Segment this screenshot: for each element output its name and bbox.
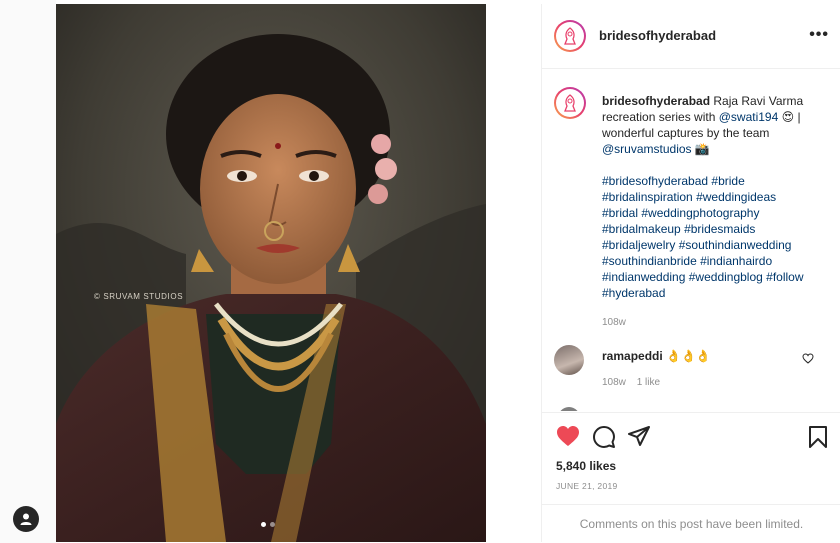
post-date[interactable]: JUNE 21, 2019	[556, 481, 618, 491]
header-username[interactable]: bridesofhyderabad	[599, 28, 716, 43]
post-side-panel: bridesofhyderabad ••• bridesofhyderabad …	[541, 4, 840, 542]
post-header: bridesofhyderabad •••	[542, 4, 840, 69]
likes-count[interactable]: 5,840 likes	[556, 459, 616, 473]
hashtag[interactable]: #bridaljewelry	[602, 238, 675, 252]
carousel-dot-active	[261, 522, 266, 527]
hashtag[interactable]: #bridal	[602, 206, 638, 220]
profile-icon[interactable]	[13, 506, 39, 532]
hashtag[interactable]: #indianhairdo	[700, 254, 772, 268]
heart-filled-icon[interactable]	[556, 425, 580, 447]
comment-item-partial	[554, 405, 834, 411]
post-caption: bridesofhyderabad Raja Ravi Varma recrea…	[602, 93, 812, 331]
more-options-button[interactable]: •••	[809, 26, 829, 44]
brand-logo-icon	[564, 27, 576, 45]
camera-emoji: 📸	[694, 142, 710, 156]
save-bookmark-icon[interactable]	[808, 425, 828, 449]
comment-likes[interactable]: 1 like	[637, 377, 660, 388]
caption-avatar[interactable]	[554, 87, 586, 119]
comment-text: 👌👌👌	[666, 349, 711, 363]
account-avatar[interactable]	[554, 20, 586, 52]
comment-time[interactable]: 108w	[602, 377, 626, 388]
brand-logo-icon	[564, 94, 576, 112]
hashtag[interactable]: #southindianwedding	[679, 238, 792, 252]
comments-limited-notice: Comments on this post have been limited.	[542, 504, 840, 543]
hashtag[interactable]: #southindianbride	[602, 254, 697, 268]
caption-hashtags: #bridesofhyderabad #bride #bridalinspira…	[602, 173, 812, 301]
hashtag[interactable]: #follow	[766, 270, 803, 284]
hashtag[interactable]: #bridalmakeup	[602, 222, 681, 236]
carousel-indicator	[261, 522, 275, 527]
hashtag[interactable]: #bridesofhyderabad	[602, 174, 708, 188]
caption-timestamp[interactable]: 108w	[602, 315, 812, 331]
comments-section: bridesofhyderabad Raja Ravi Varma recrea…	[542, 69, 840, 411]
hashtag[interactable]: #bridesmaids	[684, 222, 755, 236]
comment-body: ramapeddi 👌👌👌	[602, 349, 802, 363]
caption-username[interactable]: bridesofhyderabad	[602, 94, 710, 108]
hashtag[interactable]: #weddingideas	[696, 190, 776, 204]
post-photo[interactable]: © SRUVAM STUDIOS	[56, 4, 486, 542]
comment-icon[interactable]	[592, 425, 616, 449]
left-gutter	[0, 0, 56, 543]
hashtag[interactable]: #indianwedding	[602, 270, 685, 284]
heart-eyes-emoji: 😍	[781, 110, 795, 124]
carousel-dot	[270, 522, 275, 527]
portrait-image	[56, 4, 486, 542]
share-icon[interactable]	[627, 425, 651, 447]
hashtag[interactable]: #bridalinspiration	[602, 190, 693, 204]
photo-watermark: © SRUVAM STUDIOS	[94, 292, 184, 301]
commenter-avatar[interactable]	[554, 345, 584, 375]
hashtag[interactable]: #weddingphotography	[641, 206, 759, 220]
caption-mention-2[interactable]: @sruvamstudios	[602, 142, 692, 156]
hashtag[interactable]: #weddingblog	[689, 270, 763, 284]
comment-username[interactable]: ramapeddi	[602, 349, 663, 363]
post-actions: 5,840 likes JUNE 21, 2019	[542, 412, 840, 505]
hashtag[interactable]: #hyderabad	[602, 286, 665, 300]
heart-outline-icon[interactable]	[802, 353, 814, 364]
caption-mention-1[interactable]: @swati194	[719, 110, 779, 124]
comment-meta: 108w 1 like	[602, 377, 668, 388]
hashtag[interactable]: #bride	[711, 174, 744, 188]
